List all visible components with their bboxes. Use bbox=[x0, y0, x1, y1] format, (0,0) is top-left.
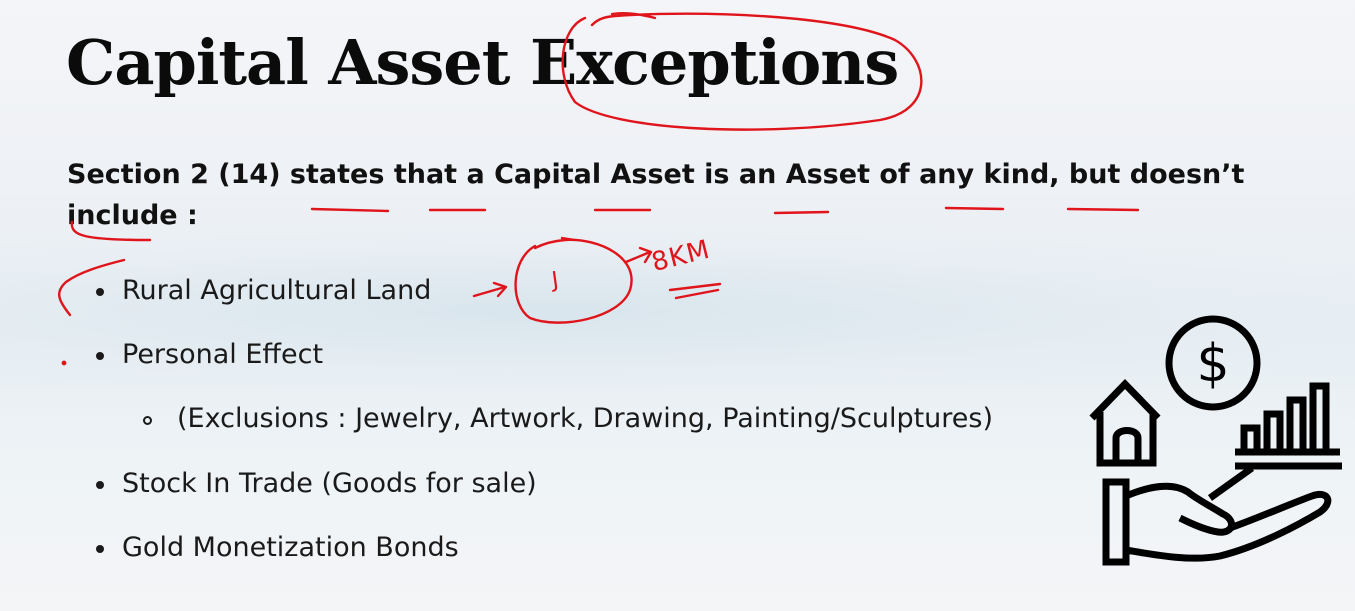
letter-circle-annotation bbox=[514, 238, 633, 324]
arrow-annotation bbox=[472, 285, 507, 298]
bullet-ring bbox=[143, 416, 152, 425]
bullet-dot bbox=[96, 288, 104, 296]
bar-chart-icon bbox=[1235, 382, 1342, 470]
bullet-dot bbox=[96, 481, 104, 489]
bullet-text: (Exclusions : Jewelry, Artwork, Drawing,… bbox=[177, 403, 994, 434]
handwritten-distance: 8KM bbox=[648, 234, 714, 278]
bullet-text: Personal Effect bbox=[122, 339, 324, 370]
open-hand-icon bbox=[1102, 465, 1332, 566]
bullet-dot bbox=[96, 352, 104, 360]
dot-mark-annotation bbox=[61, 360, 67, 366]
bullet-text: Stock In Trade (Goods for sale) bbox=[122, 468, 537, 499]
house-icon bbox=[1089, 378, 1161, 467]
handwritten-letter: J bbox=[550, 267, 561, 294]
bullet-dot bbox=[96, 545, 104, 553]
bullet-text: Gold Monetization Bonds bbox=[122, 532, 459, 563]
slide-intro: Section 2 (14) states that a Capital Ass… bbox=[67, 159, 1245, 231]
dollar-sign: $ bbox=[1196, 334, 1229, 394]
bullet-text: Rural Agricultural Land bbox=[122, 275, 432, 306]
slide-title: Capital Asset Exceptions bbox=[66, 26, 899, 99]
hand-holding-house-dollar-growth-icon: $ bbox=[1089, 315, 1342, 566]
tick-mark-annotation bbox=[58, 258, 126, 317]
